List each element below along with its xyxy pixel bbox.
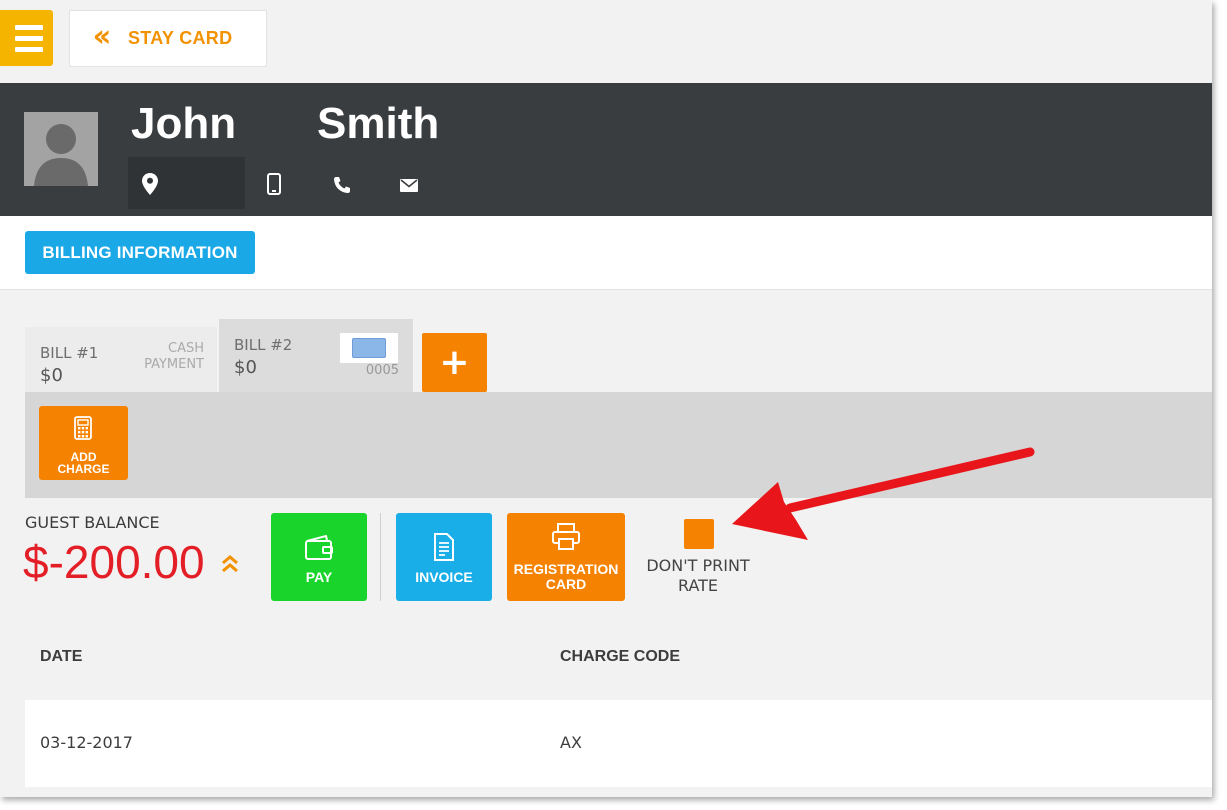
guest-balance-title: GUEST BALANCE — [25, 513, 160, 532]
bill-name: BILL #2 — [234, 336, 293, 354]
credit-card-icon — [340, 333, 398, 363]
add-charge-button[interactable]: ADD CHARGE — [39, 406, 128, 480]
document-icon — [434, 533, 454, 561]
person-silhouette-icon — [24, 112, 98, 186]
pay-button[interactable]: PAY — [271, 513, 367, 601]
back-label: STAY CARD — [128, 28, 233, 48]
bill-payment-method: CASH PAYMENT — [144, 341, 204, 373]
annotation-arrow-icon — [732, 447, 1035, 540]
divider — [380, 513, 381, 601]
back-to-stay-card-button[interactable]: ‹‹ STAY CARD — [69, 10, 267, 67]
menu-icon-bar — [14, 24, 43, 30]
calculator-icon — [74, 416, 92, 440]
payment-line-1: CASH — [168, 341, 204, 356]
billing-strip: BILLING INFORMATION — [0, 216, 1212, 290]
invoice-button[interactable]: INVOICE — [396, 513, 492, 601]
guest-first-name: John — [131, 99, 237, 148]
address-field[interactable] — [128, 157, 245, 209]
phone-icon[interactable] — [333, 176, 351, 194]
registration-line-1: REGISTRATION — [513, 561, 619, 577]
menu-icon-bar — [14, 35, 43, 41]
registration-card-button[interactable]: REGISTRATION CARD — [507, 513, 625, 601]
avatar[interactable] — [24, 112, 98, 186]
registration-line-2: CARD — [545, 576, 587, 592]
mobile-phone-icon[interactable] — [267, 173, 281, 195]
billing-information-button[interactable]: BILLING INFORMATION — [25, 231, 255, 274]
guest-header: John Smith — [0, 83, 1212, 216]
card-number: 0005 — [365, 363, 399, 378]
menu-button[interactable] — [0, 10, 53, 66]
double-chevron-left-icon: ‹‹ — [92, 18, 112, 54]
stay-card-screen: ‹‹ STAY CARD John Smith BILLING INFORMAT… — [0, 0, 1212, 797]
double-chevron-up-icon[interactable] — [221, 554, 239, 574]
dont-print-rate-checkbox[interactable] — [684, 519, 714, 549]
guest-last-name: Smith — [317, 99, 440, 148]
payment-line-2: PAYMENT — [144, 357, 204, 372]
cell-charge-code: AX — [560, 733, 582, 752]
dont-print-line-2: RATE — [677, 576, 719, 595]
table-row[interactable]: 03-12-2017 AX — [25, 700, 1212, 787]
wallet-icon — [305, 535, 333, 560]
dont-print-line-1: DON'T PRINT — [646, 556, 750, 575]
bill-amount: $0 — [234, 357, 257, 378]
add-bill-button[interactable]: + — [422, 333, 487, 392]
pay-label: PAY — [305, 569, 333, 585]
bill-name: BILL #1 — [40, 344, 99, 362]
location-pin-icon — [142, 173, 158, 195]
bill-tab-2[interactable]: BILL #2 $0 0005 — [219, 319, 413, 392]
add-charge-label: ADD CHARGE — [39, 451, 128, 475]
column-header-date: DATE — [40, 648, 83, 665]
guest-balance-amount: $-200.00 — [23, 536, 205, 588]
dont-print-rate-label: DON'T PRINT RATE — [636, 556, 760, 596]
cell-date: 03-12-2017 — [40, 733, 133, 752]
envelope-icon[interactable] — [400, 179, 418, 192]
printer-icon — [552, 523, 580, 550]
add-charge-line-2: CHARGE — [57, 462, 110, 476]
invoice-label: INVOICE — [415, 569, 473, 585]
bill-amount: $0 — [40, 365, 63, 386]
menu-icon-bar — [14, 46, 43, 52]
column-header-charge-code: CHARGE CODE — [560, 648, 681, 665]
bill-tab-1[interactable]: BILL #1 $0 CASH PAYMENT — [25, 327, 217, 392]
registration-card-label: REGISTRATION CARD — [507, 562, 625, 592]
